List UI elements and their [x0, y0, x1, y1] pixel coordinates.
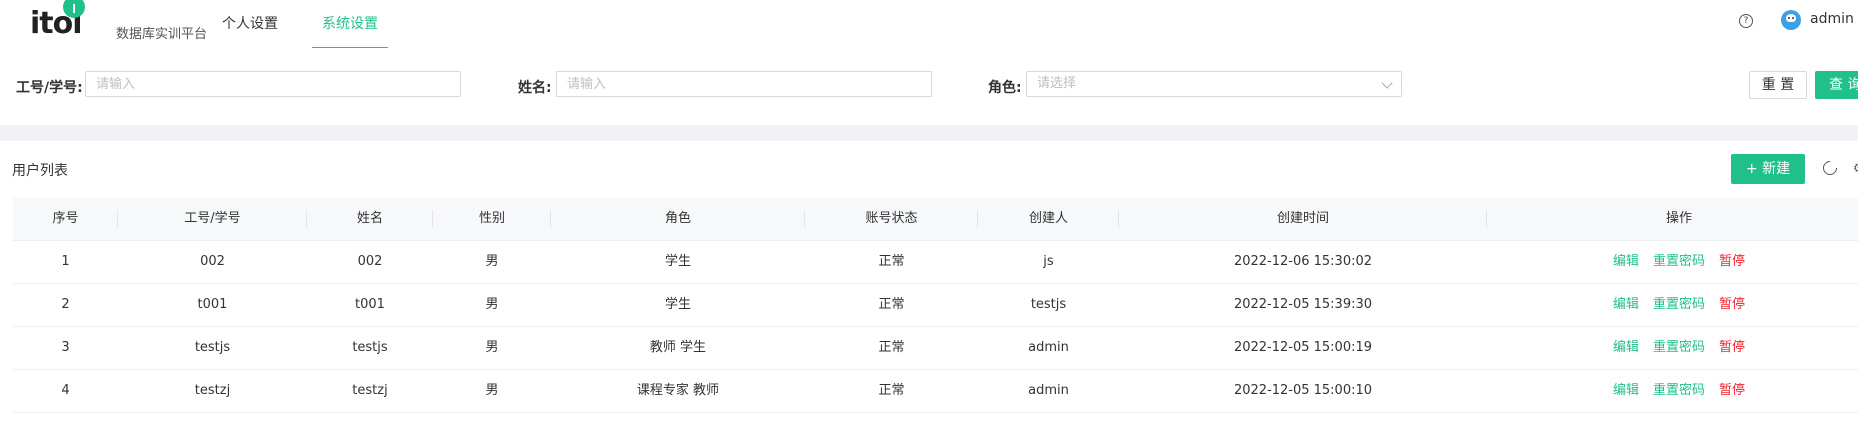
- suspend-link[interactable]: 暂停: [1719, 340, 1745, 355]
- edit-link[interactable]: 编辑: [1613, 383, 1639, 398]
- col-role: 角色: [551, 198, 805, 240]
- cell-creator: admin: [1028, 383, 1069, 398]
- suspend-link[interactable]: 暂停: [1719, 383, 1745, 398]
- col-gender: 性别: [433, 198, 551, 240]
- cell-name: 002: [357, 254, 383, 269]
- role-label: 角色:: [988, 80, 1022, 96]
- cell-gender: 男: [485, 340, 499, 355]
- col-created-at: 创建时间: [1119, 198, 1487, 240]
- cell-created-at: 2022-12-05 15:00:10: [1233, 383, 1373, 398]
- table-header: 序号 工号/学号 姓名 性别 角色 账号状态 创建人 创建时间 操作: [13, 198, 1858, 241]
- logo-pin-icon: [63, 0, 85, 18]
- table-row: 2 t001 t001 男 学生 正常 testjs 2022-12-05 15…: [13, 284, 1858, 327]
- cell-actions: 编辑 重置密码 暂停: [1487, 284, 1858, 326]
- section-divider: [0, 125, 1858, 141]
- reset-password-link[interactable]: 重置密码: [1653, 383, 1705, 398]
- user-name[interactable]: admin: [1810, 11, 1854, 27]
- cell-status: 正常: [878, 340, 905, 355]
- cell-index: 3: [61, 340, 70, 355]
- col-index: 序号: [13, 198, 118, 240]
- cell-role: 学生: [664, 254, 691, 269]
- suspend-link[interactable]: 暂停: [1719, 254, 1745, 269]
- reset-password-link[interactable]: 重置密码: [1653, 254, 1705, 269]
- cell-status: 正常: [878, 383, 905, 398]
- cell-index: 2: [61, 297, 70, 312]
- col-creator: 创建人: [978, 198, 1119, 240]
- edit-link[interactable]: 编辑: [1613, 340, 1639, 355]
- refresh-icon[interactable]: [1820, 158, 1840, 178]
- question-circle-icon[interactable]: ?: [1739, 14, 1753, 28]
- cell-created-at: 2022-12-05 15:00:19: [1233, 340, 1373, 355]
- cell-creator: testjs: [1030, 297, 1067, 312]
- col-name: 姓名: [307, 198, 433, 240]
- reset-password-link[interactable]: 重置密码: [1653, 297, 1705, 312]
- cell-id: t001: [197, 297, 228, 312]
- column-settings-icon[interactable]: ⚙: [1853, 161, 1858, 175]
- new-user-button[interactable]: + 新建: [1731, 154, 1805, 184]
- tab-personal-settings[interactable]: 个人设置: [212, 0, 288, 47]
- name-input[interactable]: [556, 71, 932, 97]
- filter-bar: 工号/学号: 姓名: 角色: 请选择 重 置 查 询: [0, 48, 1858, 125]
- cell-role: 课程专家 教师: [636, 383, 720, 398]
- query-button[interactable]: 查 询: [1815, 71, 1858, 99]
- cell-actions: 编辑 重置密码 暂停: [1487, 241, 1858, 283]
- cell-gender: 男: [485, 297, 499, 312]
- cell-name: testjs: [352, 340, 388, 355]
- suspend-link[interactable]: 暂停: [1719, 297, 1745, 312]
- cell-actions: 编辑 重置密码 暂停: [1487, 370, 1858, 412]
- id-label: 工号/学号:: [16, 80, 83, 96]
- reset-password-link[interactable]: 重置密码: [1653, 340, 1705, 355]
- cell-status: 正常: [878, 254, 905, 269]
- cell-id: testjs: [194, 340, 231, 355]
- list-title: 用户列表: [12, 163, 68, 179]
- avatar[interactable]: [1781, 10, 1801, 30]
- table-row: 3 testjs testjs 男 教师 学生 正常 admin 2022-12…: [13, 327, 1858, 370]
- name-label: 姓名:: [518, 80, 552, 96]
- cell-index: 4: [61, 383, 70, 398]
- cell-status: 正常: [878, 297, 905, 312]
- chevron-down-icon: [1381, 77, 1393, 89]
- role-select-placeholder: 请选择: [1037, 76, 1077, 91]
- col-actions: 操作: [1665, 211, 1692, 226]
- cell-gender: 男: [485, 254, 499, 269]
- col-status: 账号状态: [805, 198, 978, 240]
- cell-name: testzj: [352, 383, 388, 398]
- cell-index: 1: [61, 254, 70, 269]
- id-input[interactable]: [85, 71, 461, 97]
- edit-link[interactable]: 编辑: [1613, 254, 1639, 269]
- cell-creator: admin: [1028, 340, 1069, 355]
- reset-button[interactable]: 重 置: [1749, 71, 1807, 99]
- user-table: 序号 工号/学号 姓名 性别 角色 账号状态 创建人 创建时间 操作 1 002…: [13, 198, 1858, 413]
- table-row: 1 002 002 男 学生 正常 js 2022-12-06 15:30:02…: [13, 241, 1858, 284]
- cell-id: testzj: [194, 383, 231, 398]
- cell-gender: 男: [485, 383, 499, 398]
- col-id: 工号/学号: [118, 198, 307, 240]
- cell-creator: js: [1043, 254, 1054, 269]
- top-header: itol 数据库实训平台 个人设置 系统设置 ? admin: [0, 0, 1858, 49]
- edit-link[interactable]: 编辑: [1613, 297, 1639, 312]
- logo-subtitle: 数据库实训平台: [116, 27, 208, 42]
- cell-id: 002: [200, 254, 225, 269]
- cell-name: t001: [355, 297, 385, 312]
- cell-role: 学生: [664, 297, 691, 312]
- cell-actions: 编辑 重置密码 暂停: [1487, 327, 1858, 369]
- role-select[interactable]: 请选择: [1026, 71, 1402, 97]
- tab-system-settings[interactable]: 系统设置: [312, 0, 388, 49]
- cell-created-at: 2022-12-05 15:39:30: [1233, 297, 1373, 312]
- table-row: 4 testzj testzj 男 课程专家 教师 正常 admin 2022-…: [13, 370, 1858, 413]
- cell-created-at: 2022-12-06 15:30:02: [1233, 254, 1373, 269]
- cell-role: 教师 学生: [649, 340, 707, 355]
